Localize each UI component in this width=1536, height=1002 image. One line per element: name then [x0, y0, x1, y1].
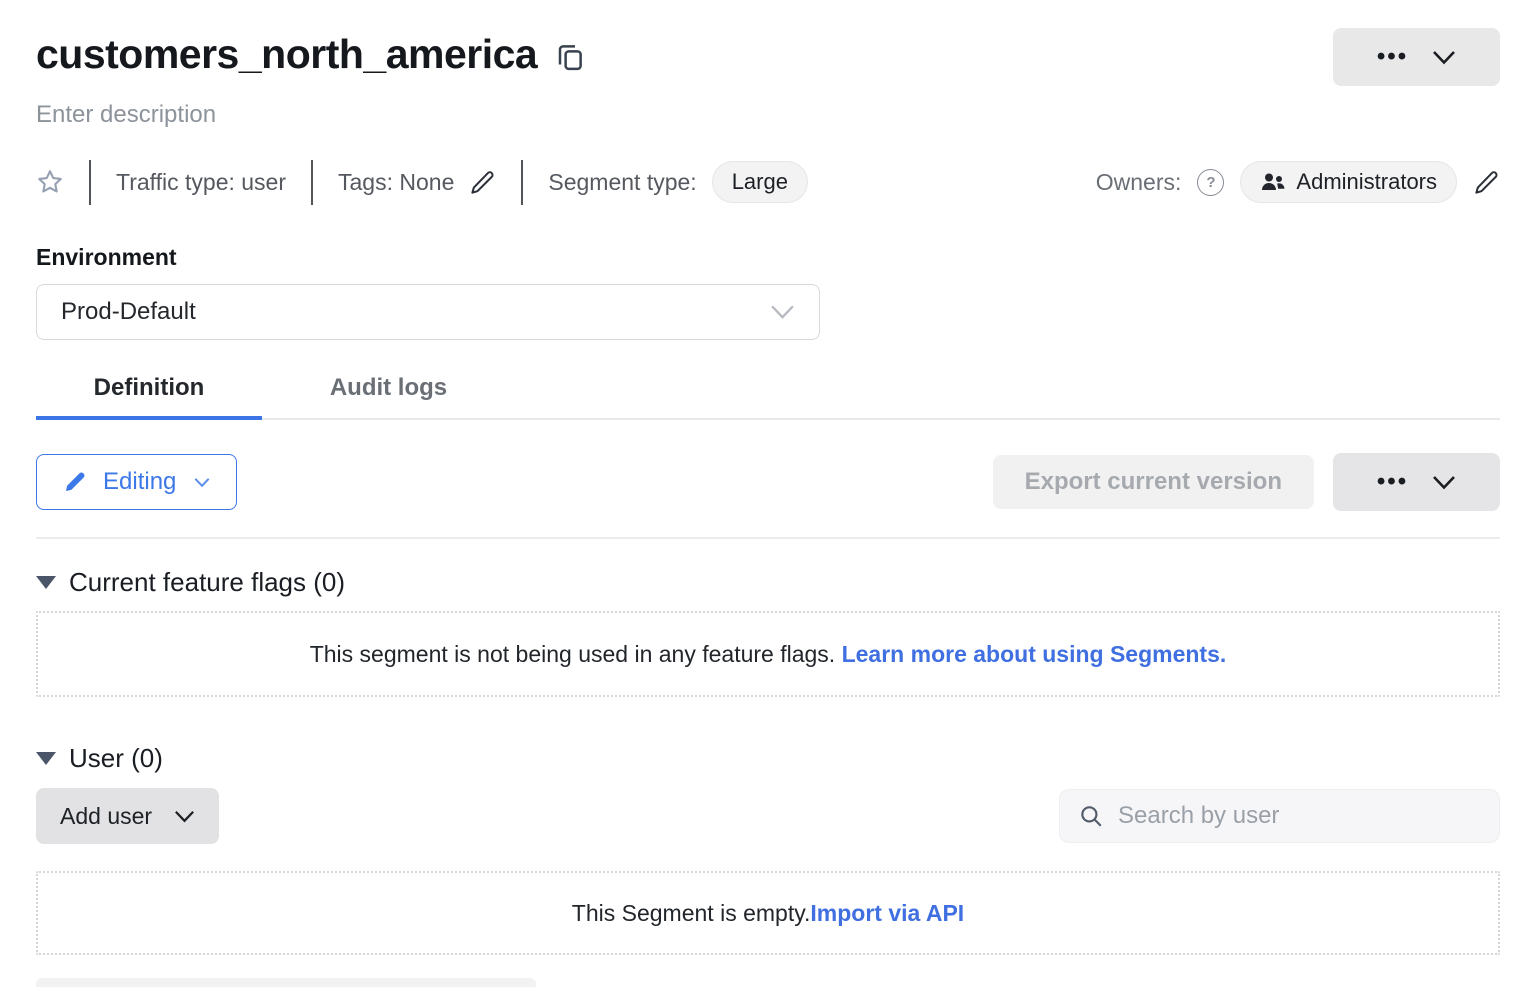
cutoff-element [36, 978, 536, 987]
page-header: customers_north_america ••• [36, 28, 1500, 86]
search-icon [1078, 803, 1104, 829]
traffic-type-label: Traffic type: user [116, 169, 286, 196]
feature-flags-section-title: Current feature flags (0) [69, 567, 345, 598]
chevron-down-icon [1432, 50, 1456, 65]
chevron-down-icon [1432, 475, 1456, 490]
feature-flags-empty-state: This segment is not being used in any fe… [36, 611, 1500, 697]
group-icon [1260, 171, 1286, 193]
user-section-header[interactable]: User (0) [36, 743, 1500, 774]
segment-type-label: Segment type: [548, 169, 696, 196]
user-empty-state: This Segment is empty.Import via API [36, 871, 1500, 955]
segment-empty-text: This Segment is empty. [572, 900, 811, 926]
divider [311, 160, 313, 205]
divider [36, 537, 1500, 539]
tab-bar: Definition Audit logs [36, 374, 1500, 420]
triangle-down-icon [36, 576, 56, 589]
header-more-button[interactable]: ••• [1333, 28, 1500, 86]
feature-flags-section-header[interactable]: Current feature flags (0) [36, 567, 1500, 598]
pencil-icon [63, 470, 87, 494]
export-current-version-button[interactable]: Export current version [993, 455, 1314, 509]
editing-label: Editing [103, 468, 176, 496]
meta-row: Traffic type: user Tags: None Segment ty… [36, 158, 1500, 206]
environment-label: Environment [36, 244, 1500, 271]
divider [89, 160, 91, 205]
edit-owners-pencil-icon[interactable] [1473, 169, 1500, 196]
copy-icon[interactable] [555, 40, 585, 74]
segment-type-badge: Large [712, 161, 808, 203]
tab-definition[interactable]: Definition [36, 374, 262, 418]
owners-label: Owners: [1096, 169, 1182, 196]
environment-select[interactable]: Prod-Default [36, 284, 820, 340]
tags-label: Tags: None [338, 169, 454, 196]
ellipsis-icon: ••• [1377, 45, 1408, 69]
definition-toolbar: Editing Export current version ••• [36, 453, 1500, 511]
edit-tags-pencil-icon[interactable] [469, 169, 496, 196]
search-by-user-input[interactable] [1118, 802, 1481, 830]
user-section-title: User (0) [69, 743, 163, 774]
feature-flags-empty-text: This segment is not being used in any fe… [310, 641, 842, 667]
user-actions-row: Add user [36, 788, 1500, 844]
environment-selected-value: Prod-Default [61, 298, 196, 326]
import-via-api-link[interactable]: Import via API [810, 900, 964, 926]
owners-help-icon[interactable]: ? [1197, 169, 1224, 196]
segment-detail-page: customers_north_america ••• Enter descri… [0, 28, 1536, 987]
add-user-button[interactable]: Add user [36, 788, 219, 844]
ellipsis-icon: ••• [1377, 470, 1408, 494]
toolbar-more-button[interactable]: ••• [1333, 453, 1500, 511]
divider [521, 160, 523, 205]
learn-more-link[interactable]: Learn more about using Segments. [842, 641, 1227, 667]
star-icon[interactable] [36, 168, 64, 196]
owners-value: Administrators [1296, 169, 1437, 195]
chevron-down-icon [194, 477, 210, 488]
user-search-box [1059, 789, 1500, 843]
chevron-down-icon [174, 810, 195, 823]
tab-audit-logs[interactable]: Audit logs [262, 374, 515, 418]
page-title: customers_north_america [36, 28, 537, 80]
chevron-down-icon [770, 304, 795, 320]
editing-button[interactable]: Editing [36, 454, 237, 510]
owners-badge[interactable]: Administrators [1240, 161, 1457, 203]
triangle-down-icon [36, 752, 56, 765]
add-user-label: Add user [60, 803, 152, 830]
description-field[interactable]: Enter description [36, 100, 1500, 130]
